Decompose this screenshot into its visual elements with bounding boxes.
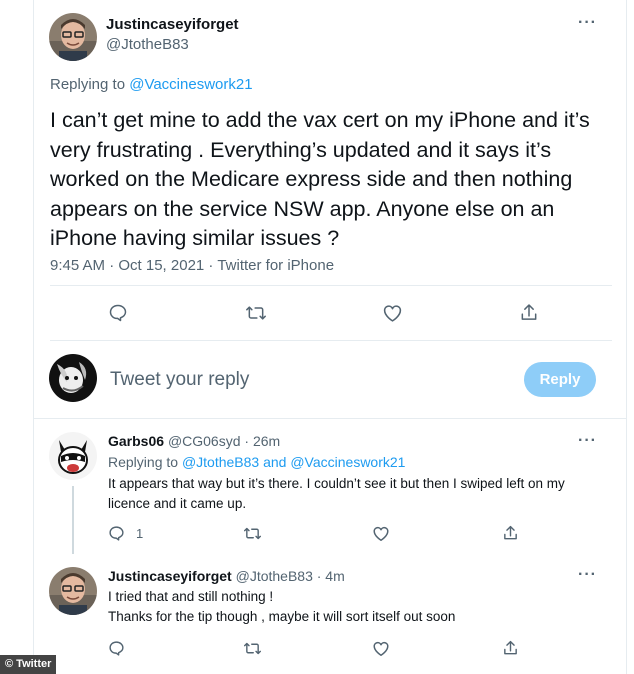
display-name[interactable]: Justincaseyiforget [108,568,232,584]
replying-to: Replying to @JtotheB83 and @Vaccineswork… [108,454,405,470]
like-icon[interactable] [372,525,390,542]
reply-input[interactable]: Tweet your reply [110,369,249,391]
tweet-text: I can’t get mine to add the vax cert on … [50,108,590,250]
divider [50,285,612,286]
retweet-icon[interactable] [243,640,262,657]
reply-header: Justincaseyiforget @JtotheB83 · 4m [108,568,345,584]
reply-text-line-2: Thanks for the tip though , maybe it wil… [108,609,456,624]
replying-to-link[interactable]: @JtotheB83 and @Vaccineswork21 [182,454,406,470]
replying-prefix: Replying to [108,454,179,470]
more-options-icon[interactable]: ··· [578,432,597,450]
replying-to: Replying to @Vaccineswork21 [50,76,253,93]
avatar[interactable] [49,13,97,61]
replying-prefix: Replying to [50,76,126,93]
like-icon[interactable] [372,640,390,657]
tweet-meta[interactable]: 9:45 AM · Oct 15, 2021 · Twitter for iPh… [50,257,334,274]
share-icon[interactable] [519,302,539,323]
reply-text: It appears that way but it’s there. I co… [108,476,565,511]
avatar[interactable] [49,432,97,480]
share-icon[interactable] [502,524,519,542]
reply-text-line-1: I tried that and still nothing ! [108,589,274,604]
more-options-icon[interactable]: ··· [578,14,597,32]
retweet-icon[interactable] [243,525,262,542]
watermark: © Twitter [0,655,57,674]
display-name[interactable]: Justincaseyiforget [106,16,239,33]
like-icon[interactable] [382,303,403,323]
replying-to-link[interactable]: @Vaccineswork21 [129,76,252,93]
my-avatar[interactable] [49,354,97,402]
avatar[interactable] [49,567,97,615]
handle-time[interactable]: @JtotheB83 · 4m [236,568,345,584]
reply-icon[interactable] [108,303,128,323]
handle-time[interactable]: @CG06syd · 26m [168,433,280,449]
more-options-icon[interactable]: ··· [578,566,597,584]
reply-header: Garbs06 @CG06syd · 26m [108,433,280,449]
display-name[interactable]: Garbs06 [108,433,164,449]
divider [50,340,612,341]
reply-count: 1 [136,526,144,541]
reply-button[interactable]: Reply [524,362,596,397]
thread-line [72,486,74,554]
reply-icon[interactable] [108,640,125,657]
divider [34,418,626,419]
retweet-icon[interactable] [245,303,267,323]
share-icon[interactable] [502,639,519,657]
reply-icon[interactable] [108,525,125,542]
user-handle[interactable]: @JtotheB83 [106,36,189,53]
